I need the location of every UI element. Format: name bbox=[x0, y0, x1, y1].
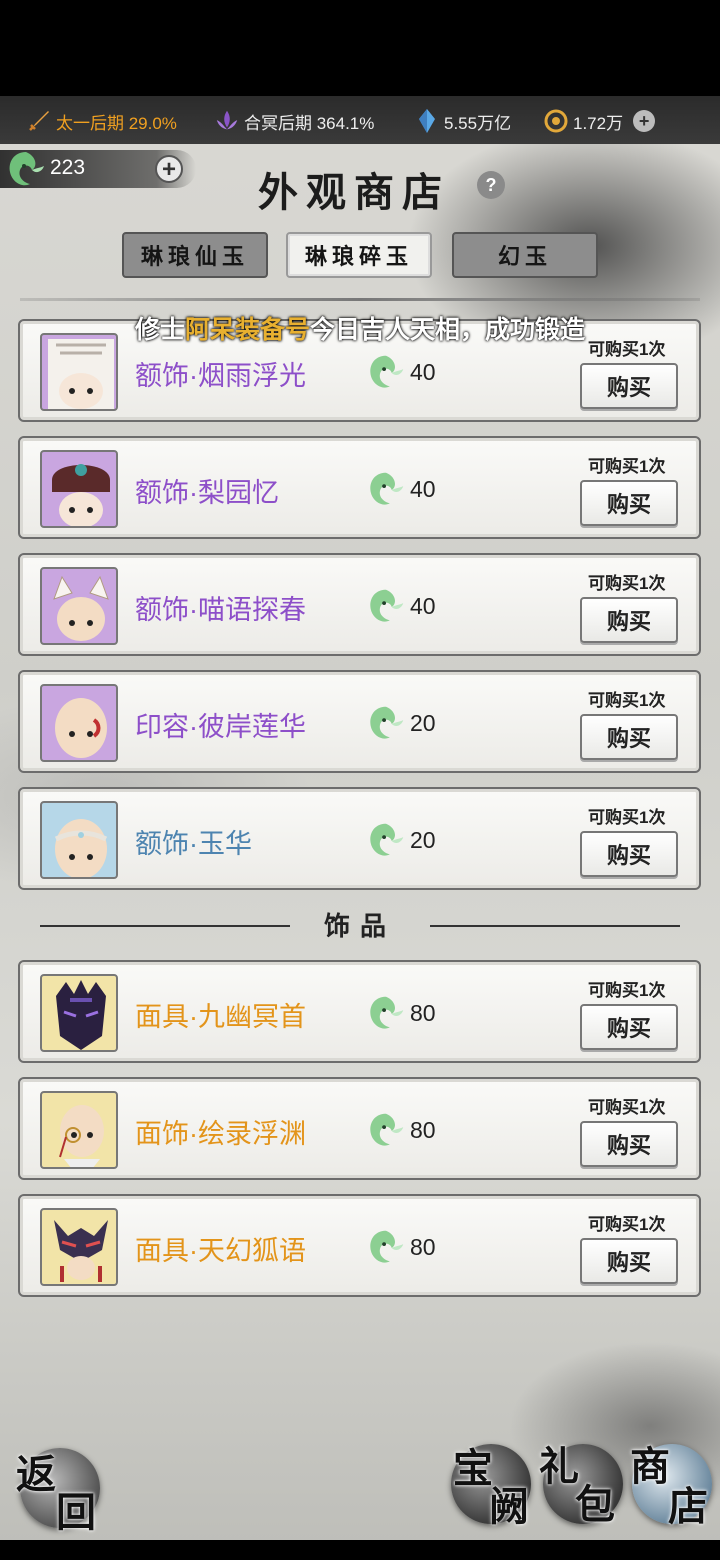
item-thumbnail bbox=[40, 684, 118, 762]
item-thumbnail bbox=[40, 567, 118, 645]
jade-currency-icon bbox=[363, 1224, 409, 1270]
status-bar-area bbox=[0, 0, 720, 96]
back-char-1: 返 bbox=[16, 1451, 56, 1498]
treasure-pavilion-button[interactable]: 宝 阙 bbox=[445, 1430, 540, 1530]
shop-item-card: 印容·彼岸莲华 20 可购买1次 购买 bbox=[18, 670, 701, 773]
buy-button[interactable]: 购买 bbox=[580, 1004, 678, 1050]
buy-button[interactable]: 购买 bbox=[580, 363, 678, 409]
buy-button[interactable]: 购买 bbox=[580, 1121, 678, 1167]
buy-button[interactable]: 购买 bbox=[580, 831, 678, 877]
purchase-limit: 可购买1次 bbox=[588, 1098, 666, 1117]
navigation-bar-area bbox=[0, 1540, 720, 1560]
item-thumbnail bbox=[40, 450, 118, 528]
spirit-stone-icon bbox=[414, 108, 440, 134]
shop-item-card: 额饰·喵语探春 40 可购买1次 购买 bbox=[18, 553, 701, 656]
merge-level-label: 合冥后期 364.1% bbox=[244, 113, 375, 133]
purchase-limit: 可购买1次 bbox=[588, 808, 666, 827]
item-thumbnail bbox=[40, 1091, 118, 1169]
item-price: 80 bbox=[410, 1234, 436, 1260]
item-thumbnail bbox=[40, 1208, 118, 1286]
jade-currency-icon bbox=[363, 1107, 409, 1153]
lotus-icon bbox=[214, 108, 240, 134]
item-name: 面具·天幻狐语 bbox=[135, 1236, 306, 1266]
item-name: 额饰·烟雨浮光 bbox=[135, 361, 306, 391]
item-thumbnail bbox=[40, 801, 118, 879]
item-name: 额饰·梨园忆 bbox=[135, 478, 279, 508]
jade-currency-icon bbox=[363, 700, 409, 746]
buy-button[interactable]: 购买 bbox=[580, 1238, 678, 1284]
jade-currency-icon bbox=[363, 817, 409, 863]
jade-currency-icon bbox=[363, 349, 409, 395]
buy-button[interactable]: 购买 bbox=[580, 714, 678, 760]
item-price: 80 bbox=[410, 1000, 436, 1026]
shop-char-1: 商 bbox=[630, 1443, 670, 1490]
sword-icon bbox=[26, 108, 52, 134]
tab-linlang-suiyu[interactable]: 琳琅碎玉 bbox=[286, 232, 432, 278]
back-char-2: 回 bbox=[56, 1489, 96, 1536]
spirit-stone-label: 5.55万亿 bbox=[444, 113, 512, 133]
ticker-prefix: 修士 bbox=[134, 316, 185, 344]
jade-count: 223 bbox=[50, 156, 86, 179]
jade-currency-icon bbox=[363, 583, 409, 629]
item-price: 40 bbox=[410, 593, 436, 619]
section-title: 饰品 bbox=[323, 912, 396, 942]
tabs-divider bbox=[20, 298, 700, 301]
purchase-limit: 可购买1次 bbox=[588, 457, 666, 476]
item-name: 面饰·绘录浮渊 bbox=[135, 1119, 306, 1149]
item-name: 面具·九幽冥首 bbox=[135, 1002, 306, 1032]
gold-coin-icon bbox=[543, 108, 569, 134]
merge-level-resource: 合冥后期 364.1% bbox=[214, 108, 374, 134]
item-price: 40 bbox=[410, 476, 436, 502]
item-price: 40 bbox=[410, 359, 436, 385]
item-price: 20 bbox=[410, 710, 436, 736]
page-title: 外观商店 bbox=[258, 169, 450, 216]
tab-huanyu[interactable]: 幻玉 bbox=[452, 232, 598, 278]
announcement-ticker: 修士阿呆装备号今日吉人天相，成功锻造 bbox=[0, 310, 720, 346]
shop-item-card: 额饰·梨园忆 40 可购买1次 购买 bbox=[18, 436, 701, 539]
item-price: 20 bbox=[410, 827, 436, 853]
add-gold-button[interactable]: + bbox=[633, 110, 656, 132]
back-button[interactable]: 返 回 bbox=[0, 1440, 110, 1540]
shop-item-card: 额饰·玉华 20 可购买1次 购买 bbox=[18, 787, 701, 890]
purchase-limit: 可购买1次 bbox=[588, 981, 666, 1000]
purchase-limit: 可购买1次 bbox=[588, 574, 666, 593]
item-price: 80 bbox=[410, 1117, 436, 1143]
shop-button[interactable]: 商 店 bbox=[626, 1430, 720, 1530]
cultivation-level-resource: 太一后期 29.0% bbox=[26, 108, 177, 134]
ticker-player-name: 阿呆装备号 bbox=[184, 316, 310, 344]
gift-char-2: 包 bbox=[575, 1481, 615, 1528]
purchase-limit: 可购买1次 bbox=[588, 691, 666, 710]
help-button[interactable]: ? bbox=[477, 171, 505, 199]
jade-currency-icon bbox=[363, 466, 409, 512]
item-name: 额饰·玉华 bbox=[135, 829, 252, 859]
purchase-limit: 可购买1次 bbox=[588, 1215, 666, 1234]
gift-char-1: 礼 bbox=[539, 1443, 579, 1490]
gift-pack-button[interactable]: 礼 包 bbox=[535, 1430, 630, 1530]
shop-item-card: 面具·九幽冥首 80 可购买1次 购买 bbox=[18, 960, 701, 1063]
spirit-stone-resource: 5.55万亿 bbox=[414, 108, 511, 134]
buy-button[interactable]: 购买 bbox=[580, 480, 678, 526]
add-jade-button[interactable]: + bbox=[155, 155, 183, 183]
shop-item-card: 面具·天幻狐语 80 可购买1次 购买 bbox=[18, 1194, 701, 1297]
shop-char-2: 店 bbox=[668, 1483, 708, 1530]
ticker-message: 今日吉人天相，成功锻造 bbox=[310, 316, 586, 344]
gold-resource: 1.72万 + bbox=[543, 108, 656, 134]
jade-icon bbox=[2, 146, 50, 192]
buy-button[interactable]: 购买 bbox=[580, 597, 678, 643]
gold-label: 1.72万 bbox=[573, 113, 624, 133]
cultivation-level-label: 太一后期 29.0% bbox=[56, 113, 177, 133]
item-name: 印容·彼岸莲华 bbox=[135, 712, 306, 742]
shop-item-card: 面饰·绘录浮渊 80 可购买1次 购买 bbox=[18, 1077, 701, 1180]
item-name: 额饰·喵语探春 bbox=[135, 595, 306, 625]
treasure-char-1: 宝 bbox=[453, 1445, 493, 1492]
jade-currency-icon bbox=[363, 990, 409, 1036]
item-thumbnail bbox=[40, 974, 118, 1052]
treasure-char-2: 阙 bbox=[489, 1483, 529, 1530]
tab-linlang-xianyu[interactable]: 琳琅仙玉 bbox=[122, 232, 268, 278]
